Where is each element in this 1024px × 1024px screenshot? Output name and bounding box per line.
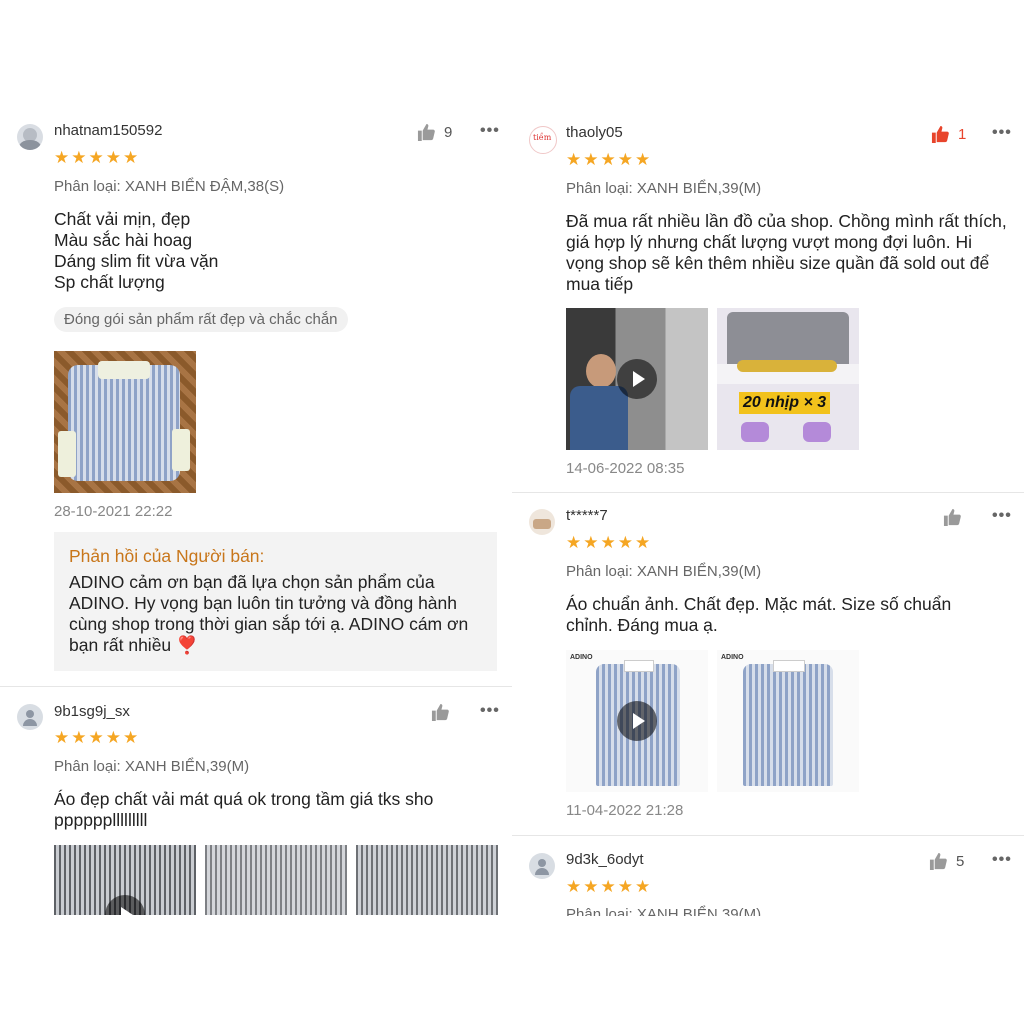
avatar-initial: tiềm	[533, 133, 552, 142]
username[interactable]: t*****7	[566, 507, 608, 524]
variant-label: Phân loại: XANH BIỂN,39(M)	[566, 906, 762, 916]
star-icon: ★	[566, 533, 582, 552]
avatar[interactable]	[17, 704, 43, 730]
like-count: 9	[444, 124, 453, 141]
star-icon: ★	[54, 728, 70, 747]
play-icon[interactable]	[617, 359, 657, 399]
like-button[interactable]	[431, 703, 450, 722]
star-rating: ★ ★ ★ ★ ★	[566, 534, 650, 551]
username[interactable]: 9d3k_6odyt	[566, 851, 644, 868]
thumbs-up-icon	[929, 852, 947, 871]
review-date: 14-06-2022 08:35	[566, 460, 685, 477]
seller-reply-label: Phản hồi của Người bán:	[69, 546, 265, 566]
avatar[interactable]: tiềm	[529, 126, 557, 154]
brand-mark: ADINO	[570, 654, 593, 661]
username[interactable]: thaoly05	[566, 124, 623, 141]
review-card: t*****7 ••• ★ ★ ★ ★ ★ Phân loại: XANH BIỂN,3…	[512, 492, 1024, 835]
star-icon: ★	[123, 148, 139, 167]
star-icon: ★	[105, 148, 121, 167]
star-icon: ★	[54, 148, 70, 167]
star-icon: ★	[635, 150, 651, 169]
seller-reply-text: ADINO cảm ơn bạn đã lựa chọn sản phẩm củ…	[69, 572, 469, 655]
seller-reply: Phản hồi của Người bán: ADINO cảm ơn bạn…	[54, 532, 497, 671]
star-icon: ★	[617, 877, 633, 896]
star-icon: ★	[583, 877, 599, 896]
review-photo[interactable]	[356, 845, 498, 915]
star-rating: ★ ★ ★ ★ ★	[54, 149, 138, 166]
thumbs-up-icon	[931, 125, 949, 144]
more-options-icon[interactable]: •••	[480, 122, 500, 140]
star-icon: ★	[600, 150, 616, 169]
review-text: Chất vải mịn, đẹp Màu sắc hài hoag Dáng …	[54, 209, 219, 292]
variant-label: Phân loại: XANH BIỂN ĐẬM,38(S)	[54, 178, 285, 195]
variant-label: Phân loại: XANH BIỂN,39(M)	[54, 758, 250, 775]
play-icon[interactable]	[105, 895, 145, 915]
star-icon: ★	[105, 728, 121, 747]
variant-label: Phân loại: XANH BIỂN,39(M)	[566, 180, 762, 197]
star-rating: ★ ★ ★ ★ ★	[54, 729, 138, 746]
star-icon: ★	[71, 148, 87, 167]
avatar[interactable]	[529, 853, 555, 879]
review-card: nhatnam150592 9 ••• ★ ★ ★ ★ ★ Phân loại: XAN…	[0, 0, 512, 686]
star-icon: ★	[88, 148, 104, 167]
star-icon: ★	[123, 728, 139, 747]
more-options-icon[interactable]: •••	[480, 702, 500, 720]
review-photo[interactable]	[54, 351, 196, 493]
review-card: 9d3k_6odyt 5 ••• ★ ★ ★ ★ ★ Phân loại: XANH B…	[512, 835, 1024, 916]
review-video[interactable]	[566, 308, 708, 450]
thumbs-up-icon	[417, 123, 435, 142]
star-icon: ★	[583, 150, 599, 169]
username[interactable]: 9b1sg9j_sx	[54, 703, 130, 720]
star-icon: ★	[566, 877, 582, 896]
like-count: 1	[958, 126, 967, 143]
more-options-icon[interactable]: •••	[992, 507, 1012, 525]
review-card: 9b1sg9j_sx ••• ★ ★ ★ ★ ★ Phân loại: XANH BIỂ…	[0, 686, 512, 916]
review-photo[interactable]	[54, 845, 196, 915]
review-date: 28-10-2021 22:22	[54, 503, 173, 520]
review-photo[interactable]	[205, 845, 347, 915]
left-column: nhatnam150592 9 ••• ★ ★ ★ ★ ★ Phân loại: XAN…	[0, 0, 512, 1024]
review-video[interactable]: ADINO	[566, 650, 708, 792]
like-button[interactable]: 1	[931, 125, 966, 144]
variant-label: Phân loại: XANH BIỂN,39(M)	[566, 563, 762, 580]
review-text: Đã mua rất nhiều lần đồ của shop. Chồng …	[566, 211, 1007, 294]
star-icon: ★	[600, 877, 616, 896]
review-tag: Đóng gói sản phẩm rất đẹp và chắc chắn	[54, 307, 348, 332]
review-photo[interactable]: 20 nhịp × 3	[717, 308, 859, 450]
image-caption: 20 nhịp × 3	[739, 392, 831, 414]
like-count: 5	[956, 853, 965, 870]
star-rating: ★ ★ ★ ★ ★	[566, 878, 650, 895]
star-icon: ★	[88, 728, 104, 747]
thumbs-up-icon	[431, 703, 449, 722]
thumbs-up-icon	[943, 508, 961, 527]
like-button[interactable]	[943, 508, 962, 527]
review-text: Áo chuẩn ảnh. Chất đẹp. Mặc mát. Size số…	[566, 594, 952, 635]
like-button[interactable]: 5	[929, 852, 964, 871]
review-card: tiềm thaoly05 1 ••• ★ ★ ★ ★ ★ Phân loại: XAN…	[512, 0, 1024, 492]
star-icon: ★	[600, 533, 616, 552]
brand-mark: ADINO	[721, 654, 744, 661]
star-icon: ★	[583, 533, 599, 552]
star-icon: ★	[71, 728, 87, 747]
more-options-icon[interactable]: •••	[992, 851, 1012, 869]
more-options-icon[interactable]: •••	[992, 124, 1012, 142]
avatar[interactable]	[529, 509, 555, 535]
review-photo[interactable]: ADINO	[717, 650, 859, 792]
right-column: tiềm thaoly05 1 ••• ★ ★ ★ ★ ★ Phân loại: XAN…	[512, 0, 1024, 1024]
like-button[interactable]: 9	[417, 123, 452, 142]
review-date: 11-04-2022 21:28	[566, 802, 684, 819]
play-icon[interactable]	[617, 701, 657, 741]
username[interactable]: nhatnam150592	[54, 122, 162, 139]
review-text: Áo đẹp chất vải mát quá ok trong tầm giá…	[54, 789, 434, 830]
star-icon: ★	[617, 533, 633, 552]
avatar[interactable]	[17, 124, 43, 150]
star-icon: ★	[617, 150, 633, 169]
star-icon: ★	[566, 150, 582, 169]
star-icon: ★	[635, 533, 651, 552]
star-rating: ★ ★ ★ ★ ★	[566, 151, 650, 168]
star-icon: ★	[635, 877, 651, 896]
